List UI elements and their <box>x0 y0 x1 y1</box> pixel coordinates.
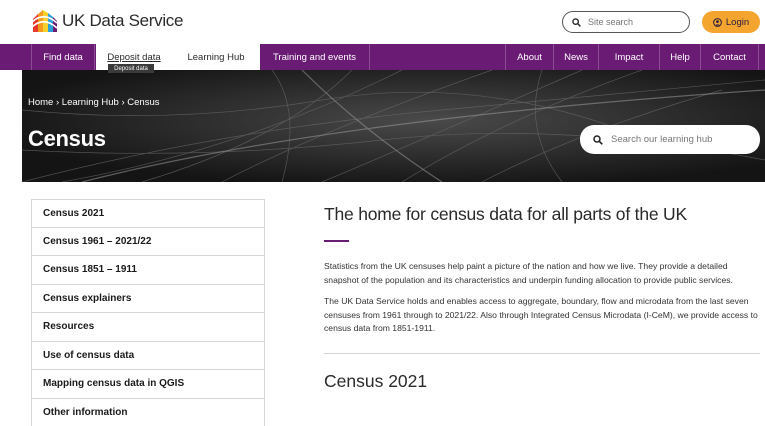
user-icon <box>713 17 722 27</box>
intro-paragraph: Statistics from the UK censuses help pai… <box>324 261 733 285</box>
sidebar-item-resources[interactable]: Resources <box>31 313 265 342</box>
nav-impact[interactable]: Impact <box>599 44 660 70</box>
nav-contact[interactable]: Contact <box>701 44 759 70</box>
breadcrumb[interactable]: Home › Learning Hub › Census <box>28 97 159 108</box>
search-icon <box>572 17 581 27</box>
search-icon <box>593 134 603 145</box>
nav-help[interactable]: Help <box>660 44 701 70</box>
login-label: Login <box>725 16 750 28</box>
hero-banner: Home › Learning Hub › Census Census <box>22 70 765 182</box>
holdings-paragraph: The UK Data Service holds and enables ac… <box>324 296 758 333</box>
main-content: The home for census data for all parts o… <box>324 204 760 392</box>
section-divider <box>324 352 760 354</box>
logo-text: UK Data Service <box>62 11 184 30</box>
site-search-input[interactable] <box>588 17 678 27</box>
sidebar-item-census-2021[interactable]: Census 2021 <box>31 199 265 228</box>
sidebar-nav: Census 2021 Census 1961 – 2021/22 Census… <box>31 199 265 426</box>
heading-accent-bar <box>324 240 349 242</box>
login-button[interactable]: Login <box>702 11 760 33</box>
learning-hub-search-input[interactable] <box>611 134 751 145</box>
nav-about[interactable]: About <box>505 44 554 70</box>
sidebar-item-census-1961-2021[interactable]: Census 1961 – 2021/22 <box>31 227 265 256</box>
nav-news[interactable]: News <box>554 44 599 70</box>
page-title: Census <box>28 126 106 151</box>
nav-training-events[interactable]: Training and events <box>260 44 370 70</box>
main-heading: The home for census data for all parts o… <box>324 204 687 224</box>
site-logo[interactable]: UK Data Service <box>30 7 183 35</box>
sidebar-item-census-1851-1911[interactable]: Census 1851 – 1911 <box>31 256 265 285</box>
tooltip: Deposit data <box>108 64 154 73</box>
census-2021-heading: Census 2021 <box>324 370 428 391</box>
sidebar-item-mapping-qgis[interactable]: Mapping census data in QGIS <box>31 370 265 399</box>
sidebar-item-other-information[interactable]: Other information <box>31 398 265 426</box>
nav-find-data[interactable]: Find data <box>31 44 95 70</box>
sidebar-item-census-explainers[interactable]: Census explainers <box>31 284 265 313</box>
learning-hub-search[interactable] <box>580 125 760 154</box>
ukds-logo-icon <box>31 10 58 32</box>
site-search[interactable] <box>562 11 690 33</box>
sidebar-item-use-of-census-data[interactable]: Use of census data <box>31 341 265 370</box>
nav-learning-hub[interactable]: Learning Hub <box>172 44 260 70</box>
top-bar: UK Data Service Login <box>0 0 765 44</box>
